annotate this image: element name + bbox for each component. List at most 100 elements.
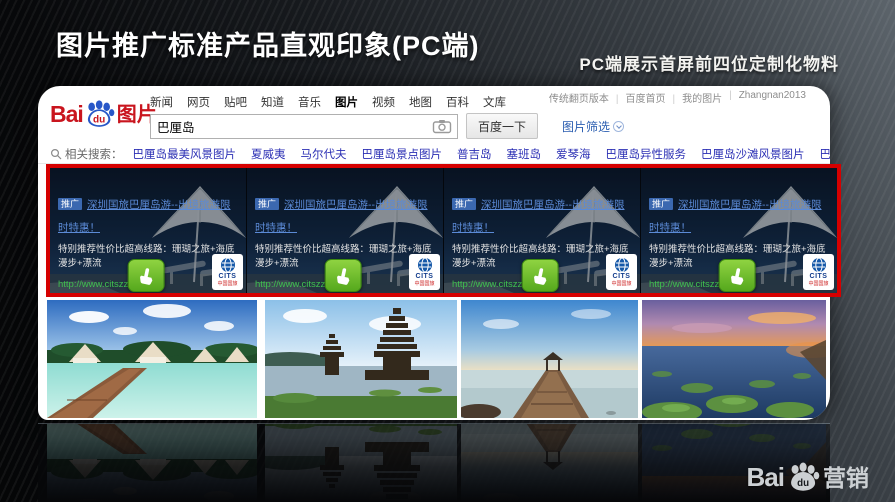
resort-image [47,300,257,418]
nav-item[interactable]: 音乐 [298,94,321,110]
top-nav: 新闻网页贴吧知道音乐图片视频地图百科文库 [150,94,506,110]
hand-cursor-button[interactable] [522,259,559,292]
promo-badge: 推广 [58,198,82,210]
related-search-link[interactable]: 巴厘岛景点图片 [362,146,443,162]
temple-image [265,300,457,418]
pier-image [461,423,638,502]
page-title: 图片推广标准产品直观印象(PC端) [56,24,480,63]
hand-cursor-button[interactable] [128,259,165,292]
nav-item[interactable]: 新闻 [150,94,173,110]
nav-item[interactable]: 地图 [409,94,432,110]
related-search-link[interactable]: 爱琴海 [556,146,591,162]
hand-cursor-icon [532,267,549,285]
ad-title-link[interactable]: 深圳国旅巴厘岛游--出境旅游限时特惠！ [255,199,428,234]
cits-globe-icon [811,257,827,273]
baidu-paw-icon: du [85,100,115,127]
cits-globe-icon [614,257,630,273]
image-filter-link[interactable]: 图片筛选 [562,118,624,135]
temple-image [265,423,457,502]
footer-paw-icon: du [788,462,820,491]
hand-cursor-button[interactable] [719,259,756,292]
cits-globe-icon [220,257,236,273]
cits-name: CITS [219,273,237,281]
nav-item[interactable]: 图片 [335,94,358,110]
nav-item[interactable]: 百科 [446,94,469,110]
cits-logo: CITS 中国国旅 [212,254,243,290]
footer-marketing-text: 营销 [823,466,869,490]
page-subtitle: PC端展示首屏前四位定制化物料 [579,50,839,75]
cits-name: CITS [810,273,828,281]
promoted-ad[interactable]: 推广深圳国旅巴厘岛游--出境旅游限时特惠！ 特别推荐性价比超高线路：珊瑚之旅+海… [641,168,837,293]
nav-item[interactable]: 文库 [483,94,506,110]
hand-cursor-icon [729,267,746,285]
nav-item[interactable]: 网页 [187,94,210,110]
promoted-ad[interactable]: 推广深圳国旅巴厘岛游--出境旅游限时特惠！ 特别推荐性价比超高线路：珊瑚之旅+海… [247,168,443,293]
search-box[interactable] [150,114,458,139]
camera-icon[interactable] [432,119,452,134]
baidu-image-logo[interactable]: Bai du 图片 [50,100,157,126]
thumbnail-stone-pier[interactable] [461,300,638,418]
header-links: 传统翻页版本百度首页我的图片Zhangnan2013 [549,90,806,105]
nav-item[interactable]: 贴吧 [224,94,247,110]
svg-text:du: du [797,478,809,489]
logo-bai-text: Bai [50,103,83,126]
promoted-ad[interactable]: 推广深圳国旅巴厘岛游--出境旅游限时特惠！ 特别推荐性价比超高线路：珊瑚之旅+海… [50,168,246,293]
svg-text:du: du [93,115,105,126]
related-search-link[interactable]: 塞班岛 [507,146,542,162]
promoted-ad[interactable]: 推广深圳国旅巴厘岛游--出境旅游限时特惠！ 特别推荐性价比超高线路：珊瑚之旅+海… [444,168,640,293]
promoted-ads-frame: 推广深圳国旅巴厘岛游--出境旅游限时特惠！ 特别推荐性价比超高线路：珊瑚之旅+海… [46,164,841,297]
thumbnail-water-villa-resort[interactable] [47,300,257,418]
reflection-inner [38,423,830,502]
nav-item[interactable]: 知道 [261,94,284,110]
nav-item[interactable]: 视频 [372,94,395,110]
header-link[interactable]: 百度首页 [609,90,666,105]
cits-cn-name: 中国国旅 [808,281,828,287]
cits-cn-name: 中国国旅 [217,281,237,287]
thumbnail-water-villa-resort[interactable] [47,423,257,502]
ad-title-link[interactable]: 深圳国旅巴厘岛游--出境旅游限时特惠！ [58,199,231,234]
ad-title-link[interactable]: 深圳国旅巴厘岛游--出境旅游限时特惠！ [452,199,625,234]
thumbnail-stone-pier[interactable] [461,423,638,502]
related-search-link[interactable]: 巴厘岛最美风景图片 [133,146,237,162]
promo-badge: 推广 [452,198,476,210]
cits-name: CITS [416,273,434,281]
reflection-strip [38,423,830,502]
cits-name: CITS [613,273,631,281]
related-search-link[interactable]: 巴厘岛沙滩风景图片 [701,146,805,162]
search-row: 百度一下 图片筛选 [150,113,624,139]
related-search-link[interactable]: 马尔代夫 [301,146,347,162]
thumbnails-row [47,300,826,418]
thumbnail-bali-temple[interactable] [265,300,457,418]
search-input[interactable] [151,119,432,133]
magnifier-icon [50,148,62,160]
hand-cursor-icon [138,267,155,285]
hand-cursor-button[interactable] [325,259,362,292]
thumbnails-row [47,423,826,502]
baidu-marketing-logo: Bai du 营销 [747,462,869,490]
cits-logo: CITS 中国国旅 [803,254,834,290]
header-link[interactable]: 传统翻页版本 [549,90,609,105]
ad-title-link[interactable]: 深圳国旅巴厘岛游--出境旅游限时特惠！ [649,199,822,234]
cits-cn-name: 中国国旅 [611,281,631,287]
thumbnail-bali-temple[interactable] [265,423,457,502]
thumbnail-moss-coast[interactable] [642,300,826,418]
related-search-link[interactable]: 普吉岛 [457,146,492,162]
slide: 图片推广标准产品直观印象(PC端) PC端展示首屏前四位定制化物料 传统翻页版本… [0,0,895,502]
related-search-link[interactable]: 巴厘岛高清风 [820,146,831,162]
promo-badge: 推广 [255,198,279,210]
related-search-link[interactable]: 巴厘岛异性服务 [606,146,687,162]
coast-image [642,300,826,418]
cits-cn-name: 中国国旅 [414,281,434,287]
search-button[interactable]: 百度一下 [466,113,538,139]
pier-image [461,300,638,418]
header-link[interactable]: 我的图片 [665,90,722,105]
related-search-link[interactable]: 夏威夷 [251,146,286,162]
hand-cursor-icon [335,267,352,285]
resort-image [47,423,257,502]
image-filter-label: 图片筛选 [562,118,610,135]
related-search-row: 相关搜索： 巴厘岛最美风景图片夏威夷马尔代夫巴厘岛景点图片普吉岛塞班岛爱琴海巴厘… [50,146,830,162]
header-link[interactable]: Zhangnan2013 [722,90,806,105]
cits-logo: CITS 中国国旅 [606,254,637,290]
related-search-label: 相关搜索： [50,146,123,162]
promo-badge: 推广 [649,198,673,210]
